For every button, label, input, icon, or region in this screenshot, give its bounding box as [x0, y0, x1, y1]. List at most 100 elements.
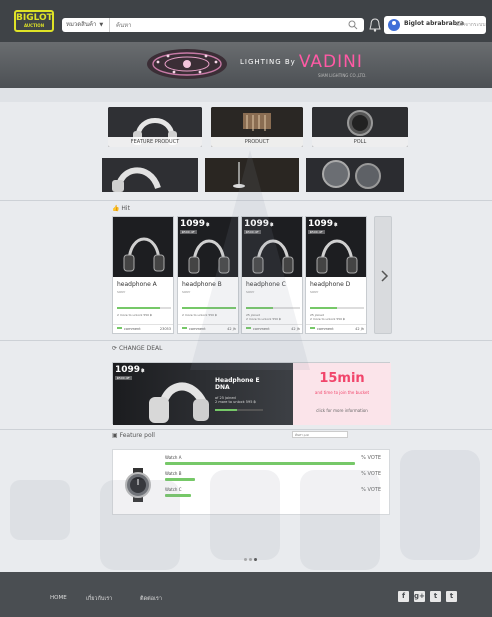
footer-link-home[interactable]: HOME [50, 595, 67, 601]
product-image [113, 217, 173, 277]
poll-option-bar [165, 462, 355, 465]
product-card[interactable]: 1099฿ ฿500 off headphone C SONY 25 joine… [241, 216, 303, 334]
banner-title: LIGHTING By VADINI [240, 52, 363, 72]
pagination-dots[interactable] [244, 546, 264, 561]
page-dot-active[interactable] [254, 558, 257, 561]
comment-link[interactable]: comment [182, 327, 206, 331]
tile-caption: FEATURE PRODUCT [108, 137, 202, 147]
tile-image-headphone[interactable] [102, 158, 198, 192]
vote-button[interactable]: % VOTE [361, 471, 381, 477]
thumbs-up-icon: 👍 [112, 205, 122, 212]
search-icon[interactable] [348, 20, 358, 30]
banner-strip [0, 88, 492, 102]
price-unit: ฿ [334, 222, 338, 228]
chandelier-image [147, 49, 227, 79]
price-tag: 1099฿ [244, 219, 274, 229]
footer: HOME เกี่ยวกับเรา ติดต่อเรา f g+ t t [0, 572, 492, 617]
google-plus-icon[interactable]: g+ [414, 591, 425, 602]
poll-search-input[interactable] [292, 431, 348, 438]
tile-image-lamp[interactable] [205, 158, 299, 192]
section-title-deal: ⟳ CHANGE DEAL [112, 345, 162, 352]
price-value: 1099 [180, 219, 206, 229]
logo-text: BIGLOT [16, 13, 53, 23]
tile-poll[interactable]: POLL [312, 107, 408, 147]
like-count[interactable]: 42 Jh [227, 327, 236, 331]
site-logo[interactable]: BIGLOT AUCTION [14, 10, 54, 32]
search-input[interactable] [116, 18, 340, 32]
progress-bar [117, 307, 171, 309]
vote-button[interactable]: % VOTE [361, 487, 381, 493]
product-info: 25 joined 2 more to unlock 550 ฿ [246, 313, 281, 321]
hot-deal-card[interactable]: 1099฿ ฿500 off Headphone E DNA of 25 join… [112, 362, 391, 425]
progress-fill [310, 307, 337, 309]
facebook-icon[interactable]: f [398, 591, 409, 602]
twitter-icon[interactable]: t [430, 591, 441, 602]
poll-option-label: Watch B [165, 471, 182, 476]
price-unit: ฿ [206, 222, 210, 228]
price-value: 1099 [308, 219, 334, 229]
comment-link[interactable]: comment [310, 327, 334, 331]
product-card[interactable]: 1099฿ ฿500 off headphone D SONY 25 joine… [305, 216, 367, 334]
product-info-2: 2 more to unlock 550 ฿ [310, 317, 345, 321]
user-menu[interactable]: Biglot abrabrabra ออกจากระบบ [384, 16, 486, 34]
logo-sub: AUCTION [23, 23, 45, 28]
price-value: 1099 [115, 365, 141, 375]
tile-image-watch[interactable] [306, 158, 404, 192]
footer-link-about[interactable]: เกี่ยวกับเรา [86, 595, 112, 603]
poll-option[interactable]: Watch C % VOTE [165, 487, 387, 499]
tile-feature-product[interactable]: FEATURE PRODUCT [108, 107, 202, 147]
logout-link[interactable]: ออกจากระบบ [456, 21, 486, 29]
comment-link[interactable]: comment [117, 327, 141, 331]
price-unit: ฿ [141, 368, 145, 374]
next-card-peek[interactable] [374, 216, 392, 334]
top-nav-bar: BIGLOT AUCTION หมวดสินค้า▼ Biglot abrabr… [0, 0, 492, 42]
section-divider [0, 429, 492, 430]
banner-prefix: LIGHTING By [240, 58, 296, 66]
product-info-2: 2 more to unlock 550 ฿ [246, 317, 281, 321]
product-info: 2 more to unlock 550 ฿ [117, 313, 152, 317]
deal-progress-fill [215, 409, 237, 411]
product-brand: SONY [246, 290, 255, 294]
product-name: headphone B [182, 281, 222, 288]
product-card[interactable]: 1099฿ ฿500 off headphone B SONY 2 more t… [177, 216, 239, 334]
headphone-image [123, 237, 165, 272]
footer-link-contact[interactable]: ติดต่อเรา [140, 595, 162, 603]
progress-bar [246, 307, 300, 309]
section-title-hit-label: Hit [121, 205, 130, 212]
vote-button[interactable]: % VOTE [361, 455, 381, 461]
poll-option[interactable]: Watch B % VOTE [165, 471, 387, 483]
category-select[interactable]: หมวดสินค้า ▼ [62, 18, 110, 32]
product-name: headphone C [246, 281, 286, 288]
progress-fill [117, 307, 161, 309]
comment-link[interactable]: comment [246, 327, 270, 331]
section-title-deal-label: CHANGE DEAL [118, 345, 163, 352]
product-info: 25 joined 2 more to unlock 550 ฿ [310, 313, 345, 321]
tile-caption: PRODUCT [211, 137, 303, 147]
page-dot[interactable] [244, 558, 247, 561]
tumblr-icon[interactable]: t [446, 591, 457, 602]
like-count[interactable]: 42 Jh [355, 327, 364, 331]
lamp-image [205, 158, 299, 192]
like-count[interactable]: 42 Jh [291, 327, 300, 331]
deal-countdown-panel[interactable]: 15min and time to join the bucket click … [293, 363, 391, 425]
poll-option-bar [165, 478, 195, 481]
tile-caption: POLL [312, 137, 408, 147]
like-count[interactable]: 23053 [160, 327, 171, 331]
progress-bar [182, 307, 236, 309]
watch-image [125, 468, 151, 502]
promo-banner[interactable]: LIGHTING By VADINI SIAM LIGHTING CO.,LTD. [0, 42, 492, 88]
page-dot[interactable] [249, 558, 252, 561]
section-title-hit: 👍 Hit [112, 205, 130, 212]
poll-option[interactable]: Watch A % VOTE [165, 455, 387, 467]
card-footer: comment 23053 [113, 324, 173, 333]
bell-icon[interactable] [368, 17, 382, 33]
product-card[interactable]: headphone A SONY 2 more to unlock 550 ฿ … [112, 216, 174, 334]
poll-option-label: Watch C [165, 487, 182, 492]
price-tag: 1099฿ [115, 365, 145, 375]
avatar [388, 19, 400, 31]
deal-more-link[interactable]: click for more information [293, 408, 391, 413]
price-unit: ฿ [270, 222, 274, 228]
deal-progress-bar [215, 409, 263, 411]
tile-product[interactable]: PRODUCT [211, 107, 303, 147]
chevron-down-icon: ▼ [99, 22, 104, 28]
